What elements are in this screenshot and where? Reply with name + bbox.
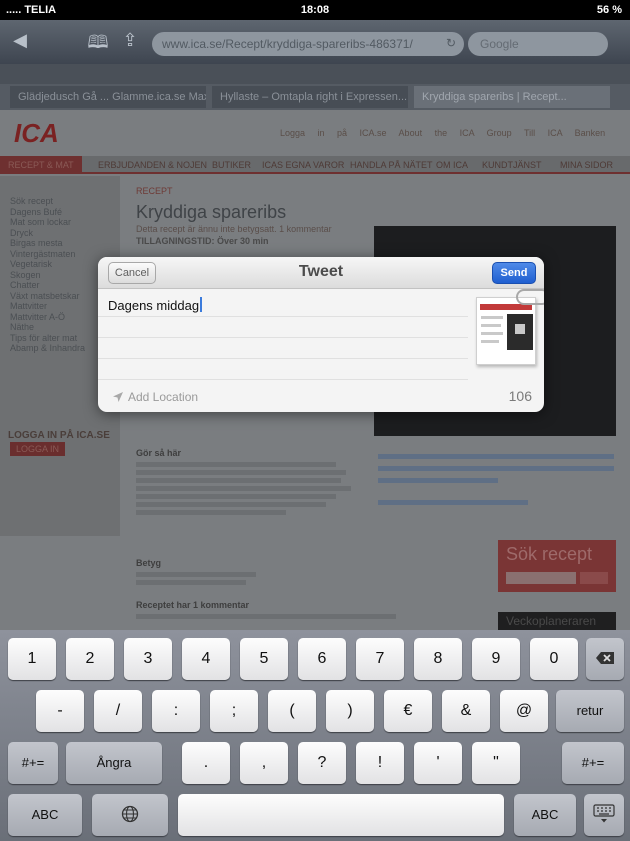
ica-logo[interactable]: ICA	[14, 118, 59, 149]
main-nav: RECEPT & MAT ERBJUDANDEN & NOJEN BUTIKER…	[0, 156, 630, 174]
sidebar-item[interactable]: Mat som lockar	[0, 217, 120, 228]
reload-icon[interactable]: ↻	[446, 36, 456, 50]
nav-item-mina-sidor[interactable]: MINA SIDOR	[560, 160, 613, 170]
key-at[interactable]: @	[500, 690, 548, 732]
url-field[interactable]: www.ica.se/Recept/kryddiga-spareribs-486…	[152, 32, 464, 56]
nav-item-erbjudanden[interactable]: ERBJUDANDEN & NOJEN	[98, 160, 207, 170]
key-8[interactable]: 8	[414, 638, 462, 680]
text-cursor	[200, 297, 203, 312]
sidebar-item[interactable]: Dagens Bufé	[0, 207, 120, 218]
more-symbols-key-left[interactable]: #+=	[8, 742, 58, 784]
battery-level: 56 %	[596, 4, 622, 16]
login-heading: LOGGA IN PÅ ICA.SE	[8, 430, 110, 441]
recipe-label: RECEPT	[136, 186, 173, 196]
recipe-search-input[interactable]	[506, 572, 576, 584]
tweet-text: Dagens middag	[108, 298, 200, 313]
key-0[interactable]: 0	[530, 638, 578, 680]
abc-key-left[interactable]: ABC	[8, 794, 82, 836]
key-question[interactable]: ?	[298, 742, 346, 784]
key-7[interactable]: 7	[356, 638, 404, 680]
key-9[interactable]: 9	[472, 638, 520, 680]
recipe-search-box: Sök recept	[498, 540, 616, 592]
add-location-label: Add Location	[128, 390, 199, 404]
tab-1[interactable]: Glädjedusch Gå ... Glamme.ica.se Max ...	[10, 86, 206, 108]
abc-key-right[interactable]: ABC	[514, 794, 576, 836]
key-dash[interactable]: -	[36, 690, 84, 732]
recipe-search-button[interactable]	[580, 572, 608, 584]
key-3[interactable]: 3	[124, 638, 172, 680]
tab-bar: Glädjedusch Gå ... Glamme.ica.se Max ...…	[0, 84, 630, 110]
return-key[interactable]: retur	[556, 690, 624, 732]
paperclip-icon	[516, 289, 544, 305]
nav-item-butiker[interactable]: BUTIKER	[212, 160, 251, 170]
rating-line: Detta recept är ännu inte betygsatt. 1 k…	[136, 224, 332, 234]
key-exclamation[interactable]: !	[356, 742, 404, 784]
backspace-key[interactable]	[586, 638, 624, 680]
backspace-icon	[596, 652, 614, 664]
nav-item-recept[interactable]: RECEPT & MAT	[0, 156, 82, 174]
tweet-header: Cancel Tweet Send	[98, 257, 544, 289]
recipe-search-title: Sök recept	[506, 544, 593, 564]
nav-item-egna-varor[interactable]: ICAS EGNA VAROR	[262, 160, 344, 170]
bookmarks-icon[interactable]: 🕮	[86, 30, 110, 60]
sidebar-item[interactable]: Sök recept	[0, 196, 120, 207]
back-arrow-icon[interactable]: ◀	[8, 30, 32, 51]
tab-3[interactable]: Kryddiga spareribs | Recept...	[414, 86, 610, 108]
key-ampersand[interactable]: &	[442, 690, 490, 732]
globe-key[interactable]	[92, 794, 168, 836]
tweet-sheet: Cancel Tweet Send Dagens middag Add Loca…	[98, 257, 544, 412]
bookmarks-bar	[0, 64, 630, 84]
search-field[interactable]: Google	[468, 32, 608, 56]
key-euro[interactable]: €	[384, 690, 432, 732]
status-bar: ..... TELIA 18:08 56 %	[0, 0, 630, 20]
key-2[interactable]: 2	[66, 638, 114, 680]
nav-item-kundtjanst[interactable]: KUNDTJÄNST	[482, 160, 542, 170]
key-1[interactable]: 1	[8, 638, 56, 680]
key-quote[interactable]: "	[472, 742, 520, 784]
steps-heading: Gör så här	[136, 448, 182, 458]
clock: 18:08	[300, 4, 330, 16]
key-5[interactable]: 5	[240, 638, 288, 680]
share-icon[interactable]: ⇪	[118, 30, 142, 51]
send-button[interactable]: Send	[492, 262, 536, 284]
recipe-title: Kryddiga spareribs	[136, 202, 287, 222]
key-slash[interactable]: /	[94, 690, 142, 732]
nav-item-handla[interactable]: HANDLA PÅ NÄTET	[350, 160, 433, 170]
url-text: www.ica.se/Recept/kryddiga-spareribs-486…	[162, 37, 413, 51]
add-location-button[interactable]: Add Location	[112, 390, 198, 404]
key-period[interactable]: .	[182, 742, 230, 784]
tweet-text-field[interactable]: Dagens middag	[108, 297, 203, 313]
key-apostrophe[interactable]: '	[414, 742, 462, 784]
location-arrow-icon	[113, 392, 123, 402]
login-button[interactable]: LOGGA IN	[10, 442, 66, 456]
nav-item-om-ica[interactable]: OM ICA	[436, 160, 468, 170]
rating-heading: Betyg	[136, 558, 162, 568]
key-colon[interactable]: :	[152, 690, 200, 732]
more-symbols-key-right[interactable]: #+=	[562, 742, 624, 784]
globe-icon	[121, 805, 139, 823]
sidebar-item[interactable]: Dryck	[0, 228, 120, 239]
attached-page-thumbnail	[476, 297, 536, 365]
cooking-time: TILLAGNINGSTID: Över 30 min	[136, 236, 269, 246]
browser-toolbar: ◀ 🕮 ⇪ www.ica.se/Recept/kryddiga-spareri…	[0, 20, 630, 64]
keyboard: 1 2 3 4 5 6 7 8 9 0 - / : ; ( ) € & @ re…	[0, 630, 630, 841]
undo-key[interactable]: Ångra	[66, 742, 162, 784]
top-links[interactable]: Logga in på ICA.se About the ICA Group T…	[280, 128, 605, 138]
hide-keyboard-key[interactable]	[584, 794, 624, 836]
key-6[interactable]: 6	[298, 638, 346, 680]
veckoplaneraren-banner[interactable]: Veckoplaneraren	[498, 612, 616, 630]
character-count: 106	[508, 388, 532, 404]
keyboard-dismiss-icon	[593, 804, 615, 823]
key-4[interactable]: 4	[182, 638, 230, 680]
tab-2[interactable]: Hyllaste – Omtapla right i Expressen...	[212, 86, 408, 108]
key-comma[interactable]: ,	[240, 742, 288, 784]
sidebar-item[interactable]: Birgas mesta	[0, 238, 120, 249]
tweet-title: Tweet	[298, 263, 344, 280]
key-open-paren[interactable]: (	[268, 690, 316, 732]
key-close-paren[interactable]: )	[326, 690, 374, 732]
key-semicolon[interactable]: ;	[210, 690, 258, 732]
space-key[interactable]	[178, 794, 504, 836]
comments-heading: Receptet har 1 kommentar	[136, 600, 250, 610]
